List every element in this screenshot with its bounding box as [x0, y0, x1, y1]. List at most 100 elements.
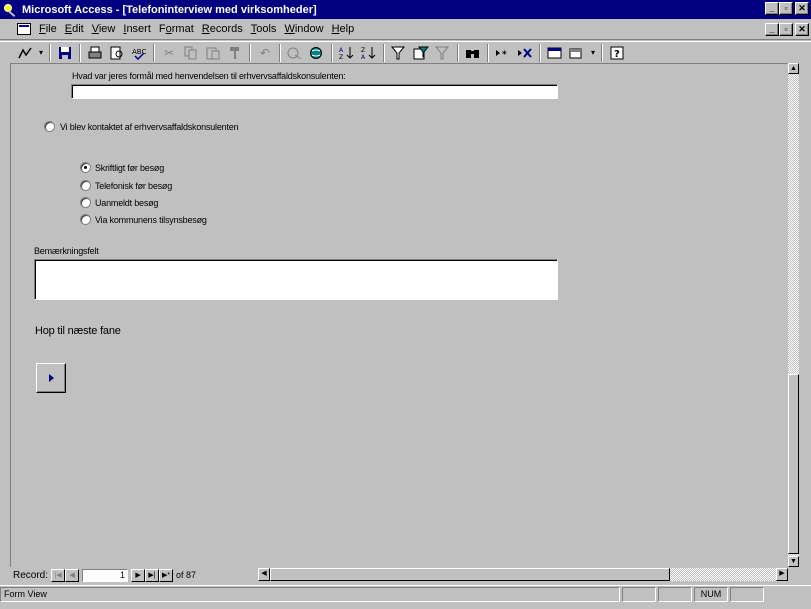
- toolbar-separator: [249, 43, 251, 62]
- num-lock-indicator: NUM: [694, 586, 728, 602]
- status-text: Form View: [0, 586, 620, 602]
- menu-insert[interactable]: Insert: [119, 23, 155, 35]
- play-arrow-icon: [48, 374, 54, 382]
- menu-edit[interactable]: Edit: [61, 23, 88, 35]
- option-radio-inspection[interactable]: [80, 214, 91, 225]
- toolbar-separator: [279, 43, 281, 62]
- option-radio-written[interactable]: [80, 162, 91, 173]
- undo-icon[interactable]: ↶: [254, 43, 276, 63]
- insert-hyperlink-icon[interactable]: [284, 43, 306, 63]
- vertical-scroll-thumb[interactable]: [788, 374, 799, 554]
- question-field[interactable]: [71, 84, 558, 99]
- menu-view[interactable]: View: [88, 23, 120, 35]
- save-icon[interactable]: [54, 43, 76, 63]
- svg-text:ABC: ABC: [132, 48, 146, 56]
- toolbar-separator: [457, 43, 459, 62]
- access-window: Microsoft Access - [Telefoninterview med…: [0, 0, 811, 609]
- new-object-dropdown-icon[interactable]: ▾: [588, 43, 598, 63]
- doc-restore-button[interactable]: ▫: [779, 23, 793, 36]
- question-label: Hvad var jeres formål med henvendelsen t…: [72, 71, 346, 81]
- menu-tools[interactable]: Tools: [247, 23, 281, 35]
- scroll-down-button[interactable]: ▼: [788, 556, 799, 567]
- menu-records[interactable]: Records: [198, 23, 247, 35]
- svg-text:Z: Z: [361, 47, 365, 54]
- cut-icon[interactable]: ✂: [158, 43, 180, 63]
- svg-text:?: ?: [614, 49, 620, 60]
- toolbar-separator: [331, 43, 333, 62]
- paste-icon[interactable]: [202, 43, 224, 63]
- status-bar: Form View NUM: [0, 585, 811, 602]
- view-icon[interactable]: [14, 43, 36, 63]
- next-tab-label: Hop til næste fane: [35, 325, 121, 337]
- document-caption-buttons: _ ▫ ✕: [765, 23, 809, 36]
- filter-by-selection-icon[interactable]: [388, 43, 410, 63]
- window-title: Microsoft Access - [Telefoninterview med…: [22, 3, 317, 16]
- toolbar-separator: [153, 43, 155, 62]
- new-record-icon[interactable]: *: [492, 43, 514, 63]
- scroll-left-button[interactable]: ◀: [258, 568, 270, 581]
- toolbar-separator: [79, 43, 81, 62]
- scroll-up-button[interactable]: ▲: [788, 63, 799, 74]
- filter-by-form-icon[interactable]: [410, 43, 432, 63]
- first-record-button[interactable]: |◀: [51, 568, 66, 582]
- option-radio-phone[interactable]: [80, 180, 91, 191]
- contacted-radio[interactable]: [44, 121, 55, 132]
- contacted-label: Vi blev kontaktet af erhvervsaffaldskons…: [60, 122, 239, 132]
- record-label: Record:: [13, 569, 49, 581]
- svg-text:Z: Z: [339, 54, 343, 60]
- form-detail-section: Hvad var jeres formål med henvendelsen t…: [10, 63, 788, 567]
- toolbar-separator: [539, 43, 541, 62]
- copy-icon[interactable]: [180, 43, 202, 63]
- sort-descending-icon[interactable]: ZA: [358, 43, 380, 63]
- maximize-button[interactable]: ▫: [779, 2, 793, 15]
- sort-ascending-icon[interactable]: AZ: [336, 43, 358, 63]
- status-panel: [622, 586, 656, 602]
- new-object-icon[interactable]: [566, 43, 588, 63]
- format-painter-icon[interactable]: [224, 43, 246, 63]
- close-button[interactable]: ✕: [795, 2, 809, 15]
- previous-record-button[interactable]: ◀: [65, 568, 80, 582]
- web-toolbar-icon[interactable]: [306, 43, 328, 63]
- print-icon[interactable]: [84, 43, 106, 63]
- option-radio-unannounced[interactable]: [80, 197, 91, 208]
- view-dropdown-icon[interactable]: ▾: [36, 43, 46, 63]
- horizontal-scrollbar[interactable]: ◀ ▶: [258, 568, 788, 581]
- toolbar-separator: [383, 43, 385, 62]
- print-preview-icon[interactable]: [106, 43, 128, 63]
- access-key-icon: [3, 2, 19, 18]
- svg-text:A: A: [339, 47, 344, 54]
- record-number-field[interactable]: 1: [82, 568, 129, 582]
- menu-format[interactable]: Format: [155, 23, 198, 35]
- option-label-phone: Telefonisk før besøg: [95, 181, 173, 191]
- menu-help[interactable]: Help: [328, 23, 359, 35]
- menu-file[interactable]: File: [35, 23, 61, 35]
- horizontal-scroll-thumb[interactable]: [270, 568, 670, 581]
- vertical-scrollbar[interactable]: ▲ ▼: [788, 63, 799, 567]
- find-icon[interactable]: [462, 43, 484, 63]
- apply-filter-icon[interactable]: [432, 43, 454, 63]
- option-label-written: Skriftligt før besøg: [95, 163, 165, 173]
- menu-bar: File Edit View Insert Format Records Too…: [0, 19, 811, 40]
- scroll-right-button[interactable]: ▶: [776, 568, 788, 581]
- last-record-button[interactable]: ▶|: [145, 568, 160, 582]
- minimize-button[interactable]: _: [765, 2, 779, 15]
- delete-record-icon[interactable]: [514, 43, 536, 63]
- new-record-nav-button[interactable]: ▶*: [159, 568, 174, 582]
- menu-window[interactable]: Window: [280, 23, 327, 35]
- record-navigator: Record: |◀ ◀ 1 ▶ ▶| ▶* of 87 ◀ ▶: [10, 567, 788, 583]
- spelling-icon[interactable]: ABC: [128, 43, 150, 63]
- next-tab-button[interactable]: [36, 363, 66, 393]
- option-label-unannounced: Uanmeldt besøg: [95, 198, 159, 208]
- help-icon[interactable]: ?: [606, 43, 628, 63]
- doc-close-button[interactable]: ✕: [795, 23, 809, 36]
- doc-minimize-button[interactable]: _: [765, 23, 779, 36]
- next-record-button[interactable]: ▶: [131, 568, 146, 582]
- title-bar: Microsoft Access - [Telefoninterview med…: [0, 0, 811, 19]
- record-count: of 87: [176, 570, 197, 580]
- remarks-field[interactable]: [34, 259, 558, 300]
- remarks-label: Bemærkningsfelt: [34, 246, 99, 256]
- form-document-icon[interactable]: [17, 23, 31, 35]
- toolbar-separator: [49, 43, 51, 62]
- database-window-icon[interactable]: [544, 43, 566, 63]
- option-label-inspection: Via kommunens tilsynsbesøg: [95, 215, 207, 225]
